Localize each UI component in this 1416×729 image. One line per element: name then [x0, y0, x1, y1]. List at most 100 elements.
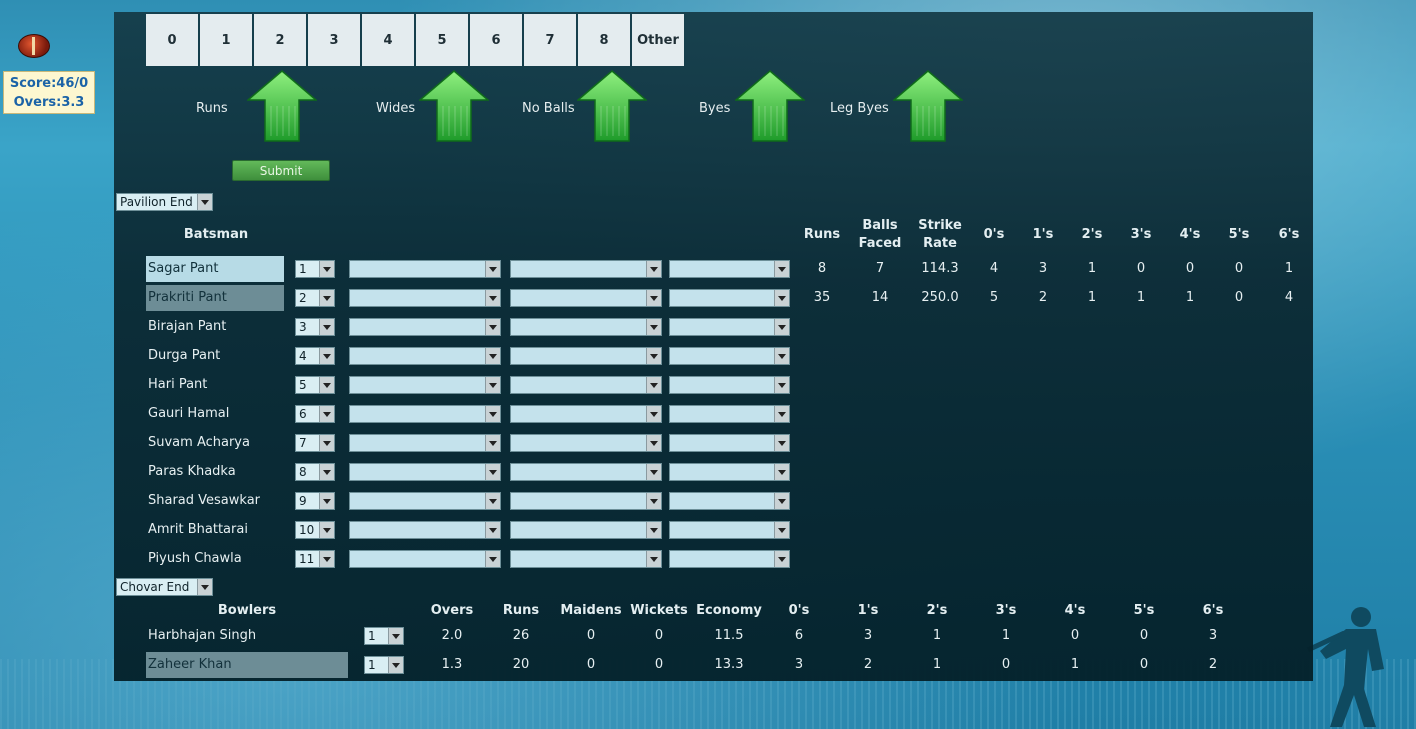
run-button[interactable]: Other	[632, 14, 684, 66]
batsman-name[interactable]: Prakriti Pant	[146, 285, 284, 311]
batting-order-select[interactable]: 1	[295, 260, 335, 278]
batting-order-select[interactable]: 11	[295, 550, 335, 568]
bowling-header-bowlers: Bowlers	[217, 603, 277, 618]
bowler-select[interactable]: 1	[364, 656, 404, 674]
batsman-name[interactable]: Hari Pant	[146, 372, 286, 398]
up-arrow-icon[interactable]	[735, 70, 805, 142]
stat-header-ones: 1's	[1032, 227, 1054, 242]
chevron-down-icon	[319, 319, 334, 335]
fielder-select[interactable]	[510, 463, 662, 481]
batsman-name[interactable]: Durga Pant	[146, 343, 286, 369]
batting-order-select[interactable]: 5	[295, 376, 335, 394]
dismissal-type-select[interactable]	[349, 492, 501, 510]
bowler-select[interactable]	[669, 347, 790, 365]
dismissal-type-select[interactable]	[349, 260, 501, 278]
chevron-down-icon	[388, 657, 403, 673]
chevron-down-icon	[197, 579, 212, 595]
batsman-name[interactable]: Paras Khadka	[146, 459, 286, 485]
run-button[interactable]: 5	[416, 14, 468, 66]
batting-order-select[interactable]: 3	[295, 318, 335, 336]
bowler-select[interactable]	[669, 289, 790, 307]
fielder-select[interactable]	[510, 318, 662, 336]
batsman-name[interactable]: Gauri Hamal	[146, 401, 286, 427]
run-button[interactable]: 0	[146, 14, 198, 66]
dismissal-type-select[interactable]	[349, 550, 501, 568]
submit-button[interactable]: Submit	[232, 160, 330, 181]
batting-order-select[interactable]: 2	[295, 289, 335, 307]
bowler-name[interactable]: Zaheer Khan	[146, 652, 348, 678]
batting-order-select[interactable]: 9	[295, 492, 335, 510]
run-button[interactable]: 7	[524, 14, 576, 66]
bowler-select[interactable]	[669, 550, 790, 568]
chevron-down-icon	[774, 290, 789, 306]
bowling-end-value: Chovar End	[120, 580, 190, 594]
fielder-select[interactable]	[510, 347, 662, 365]
bowler-select[interactable]	[669, 463, 790, 481]
run-button[interactable]: 3	[308, 14, 360, 66]
chevron-down-icon	[646, 435, 661, 451]
fielder-select[interactable]	[510, 492, 662, 510]
dismissal-type-select[interactable]	[349, 463, 501, 481]
bowler-select[interactable]	[669, 521, 790, 539]
up-arrow-icon[interactable]	[247, 70, 317, 142]
batsman-name[interactable]: Sharad Vesawkar	[146, 488, 286, 514]
dismissal-type-select[interactable]	[349, 376, 501, 394]
dismissal-type-select[interactable]	[349, 347, 501, 365]
batting-stat-cell: 4	[989, 261, 999, 276]
run-button[interactable]: 2	[254, 14, 306, 66]
bowler-select[interactable]	[669, 492, 790, 510]
bowler-name[interactable]: Harbhajan Singh	[146, 623, 348, 649]
bowling-header-overs: Overs	[430, 603, 474, 618]
fielder-select[interactable]	[510, 521, 662, 539]
run-button[interactable]: 6	[470, 14, 522, 66]
batting-order-select[interactable]: 7	[295, 434, 335, 452]
balls-faced-header: Balls Faced	[858, 218, 902, 251]
batting-order-select[interactable]: 8	[295, 463, 335, 481]
bowler-select[interactable]: 1	[364, 627, 404, 645]
batting-order-select[interactable]: 10	[295, 521, 335, 539]
dismissal-type-select[interactable]	[349, 434, 501, 452]
batsman-name[interactable]: Sagar Pant	[146, 256, 284, 282]
dismissal-type-select[interactable]	[349, 318, 501, 336]
chevron-down-icon	[388, 628, 403, 644]
batting-order-select[interactable]: 6	[295, 405, 335, 423]
bowler-select[interactable]	[669, 434, 790, 452]
chevron-down-icon	[319, 551, 334, 567]
fielder-select[interactable]	[510, 405, 662, 423]
up-arrow-icon[interactable]	[893, 70, 963, 142]
bowling-stat-cell: 0	[1070, 628, 1080, 643]
batting-order-value: 6	[299, 407, 307, 421]
batting-order-select[interactable]: 4	[295, 347, 335, 365]
run-button[interactable]: 8	[578, 14, 630, 66]
bowling-header-twos: 2's	[926, 603, 948, 618]
run-button[interactable]: 1	[200, 14, 252, 66]
dismissal-type-select[interactable]	[349, 521, 501, 539]
bowler-select[interactable]	[669, 405, 790, 423]
fielder-select[interactable]	[510, 550, 662, 568]
bowling-stat-cell: 11.5	[714, 628, 744, 643]
bowler-select[interactable]	[669, 318, 790, 336]
run-button[interactable]: 4	[362, 14, 414, 66]
dismissal-type-select[interactable]	[349, 289, 501, 307]
fielder-select[interactable]	[510, 260, 662, 278]
up-arrow-icon[interactable]	[419, 70, 489, 142]
batting-order-value: 5	[299, 378, 307, 392]
batting-order-value: 3	[299, 320, 307, 334]
chevron-down-icon	[485, 522, 500, 538]
bowling-stat-cell: 0	[586, 657, 596, 672]
bowler-select[interactable]	[669, 376, 790, 394]
fielder-select[interactable]	[510, 289, 662, 307]
batsman-name[interactable]: Suvam Acharya	[146, 430, 286, 456]
up-arrow-icon[interactable]	[577, 70, 647, 142]
batsman-name[interactable]: Piyush Chawla	[146, 546, 286, 572]
batsman-name[interactable]: Birajan Pant	[146, 314, 286, 340]
bowler-select[interactable]	[669, 260, 790, 278]
batting-end-select[interactable]: Pavilion End	[116, 193, 213, 211]
dismissal-type-select[interactable]	[349, 405, 501, 423]
bowling-end-select[interactable]: Chovar End	[116, 578, 213, 596]
fielder-select[interactable]	[510, 434, 662, 452]
bowling-stat-cell: 1.3	[441, 657, 463, 672]
batsman-name[interactable]: Amrit Bhattarai	[146, 517, 286, 543]
batting-stat-cell: 0	[1136, 261, 1146, 276]
fielder-select[interactable]	[510, 376, 662, 394]
